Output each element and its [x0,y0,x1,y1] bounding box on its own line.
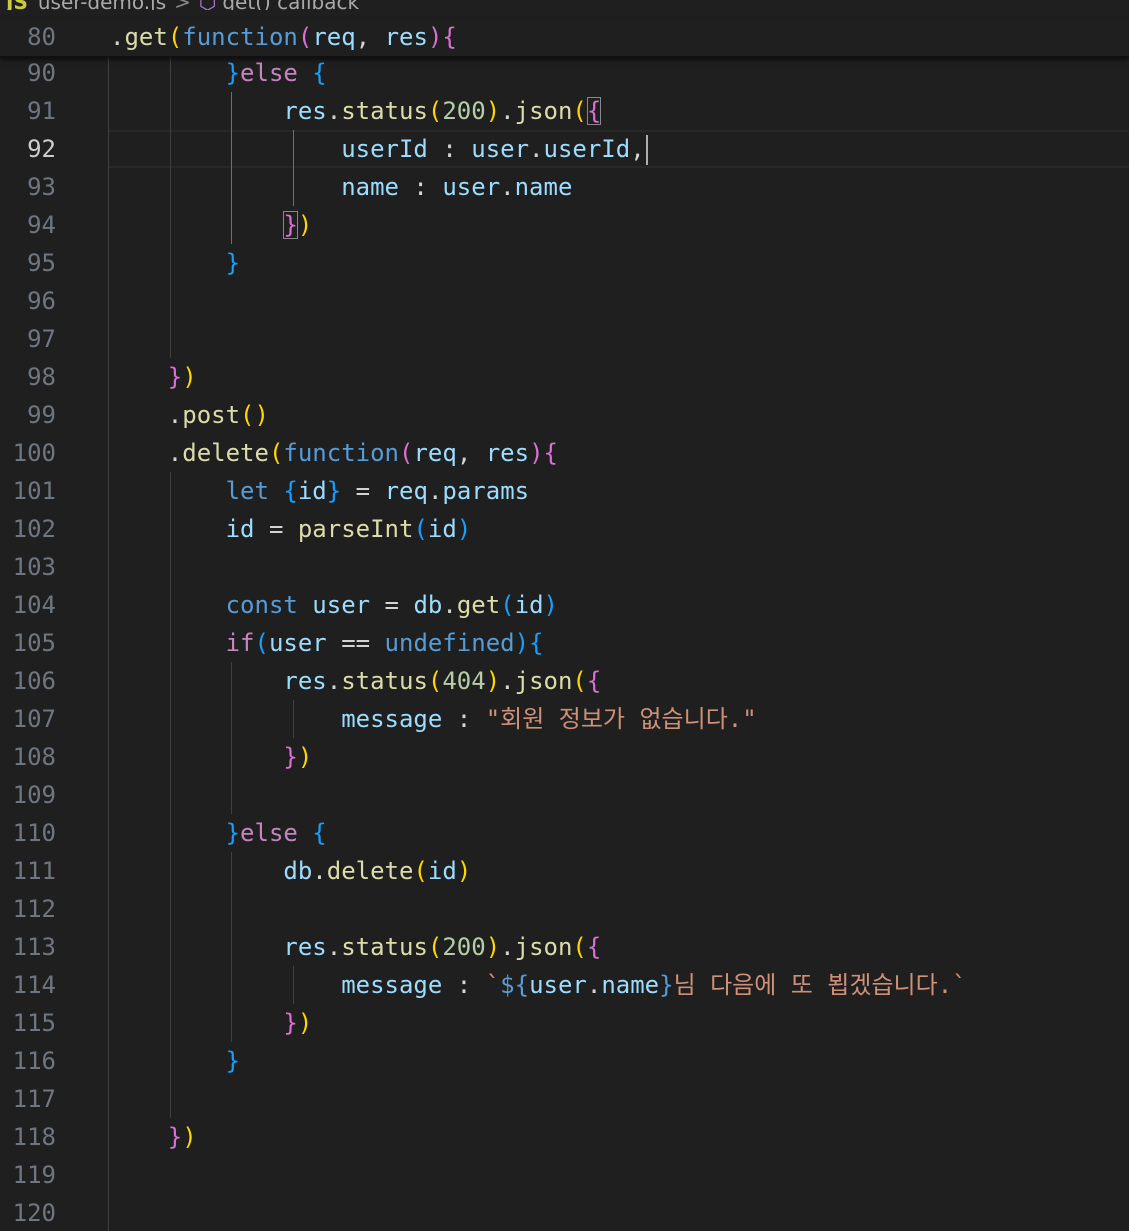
breadcrumb-separator: > [174,0,191,10]
breadcrumb: JS user-demo.js > ⬡ get() callback [0,0,1129,10]
line-number: 101 [12,477,56,505]
code-line[interactable]: 98 }) [0,358,1129,396]
line-number: 92 [27,135,56,163]
code-line-text: name : user.name [341,173,573,201]
code-line[interactable]: 99 .post() [0,396,1129,434]
line-number: 103 [12,553,56,581]
line-number: 94 [27,211,56,239]
line-number: 90 [27,59,56,87]
line-number: 116 [12,1047,56,1075]
line-number: 91 [27,97,56,125]
line-number: 117 [12,1085,56,1113]
code-line-text: }) [167,1123,197,1151]
line-number: 102 [12,515,56,543]
code-line[interactable]: 100 .delete(function(req, res){ [0,434,1129,472]
line-number: 97 [27,325,56,353]
code-line-text: const user = db.get(id) [225,591,558,619]
code-line-text: } [225,249,241,277]
line-number: 113 [12,933,56,961]
line-number: 114 [12,971,56,999]
code-line-text: res.status(404).json({ [283,667,602,695]
indent-guide [292,700,294,738]
code-line[interactable]: 120 [0,1194,1129,1231]
code-line-text: }) [283,211,313,239]
line-number: 112 [12,895,56,923]
code-line-text: .get(function(req, res){ [110,23,457,51]
line-number: 99 [27,401,56,429]
line-number: 108 [12,743,56,771]
code-line-text: let {id} = req.params [225,477,530,505]
line-number: 80 [27,23,56,51]
code-line-text: id = parseInt(id) [225,515,472,543]
code-line-text: }) [167,363,197,391]
line-number: 93 [27,173,56,201]
code-line-text: .delete(function(req, res){ [167,439,558,467]
code-line-text: if(user == undefined){ [225,629,544,657]
line-number: 100 [12,439,56,467]
code-line-text: message : `${user.name}님 다음에 또 뵙겠습니다.` [341,971,967,999]
javascript-file-icon: JS [6,0,28,10]
code-line-text: }) [283,1009,313,1037]
code-line[interactable]: 119 [0,1156,1129,1194]
code-line-text: }) [283,743,313,771]
code-line[interactable]: 118 }) [0,1118,1129,1156]
indent-guide [169,54,171,358]
indent-guide [292,130,294,206]
code-line-text: message : "회원 정보가 없습니다." [341,705,757,733]
code-line-text: res.status(200).json({ [283,97,602,125]
line-number: 96 [27,287,56,315]
line-number: 115 [12,1009,56,1037]
indent-guide [231,92,233,244]
line-number: 106 [12,667,56,695]
line-number: 109 [12,781,56,809]
line-number: 98 [27,363,56,391]
code-line-text: } [225,1047,241,1075]
code-line-text: res.status(200).json({ [283,933,602,961]
line-number: 119 [12,1161,56,1189]
indent-guide [231,662,233,814]
code-line-text: userId : user.userId, [110,130,648,168]
indent-guide [108,54,109,1231]
indent-guide [292,966,294,1004]
line-number: 107 [12,705,56,733]
breadcrumb-file[interactable]: user-demo.js [38,0,166,10]
line-number: 118 [12,1123,56,1151]
text-cursor [645,135,648,165]
indent-guide [169,472,171,1118]
line-number: 111 [12,857,56,885]
code-line-text: db.delete(id) [283,857,472,885]
code-line-text: .post() [167,401,269,429]
indent-guide [231,852,233,1042]
sticky-scroll-header[interactable]: 80 .get(function(req, res){ [0,18,1129,57]
breadcrumb-symbol[interactable]: get() callback [222,0,359,10]
code-line-text: }else { [225,59,327,87]
line-number: 104 [12,591,56,619]
code-line-text: }else { [225,819,327,847]
cube-icon: ⬡ [199,0,216,10]
line-number: 95 [27,249,56,277]
line-number: 105 [12,629,56,657]
line-number: 120 [12,1199,56,1227]
line-number: 110 [12,819,56,847]
